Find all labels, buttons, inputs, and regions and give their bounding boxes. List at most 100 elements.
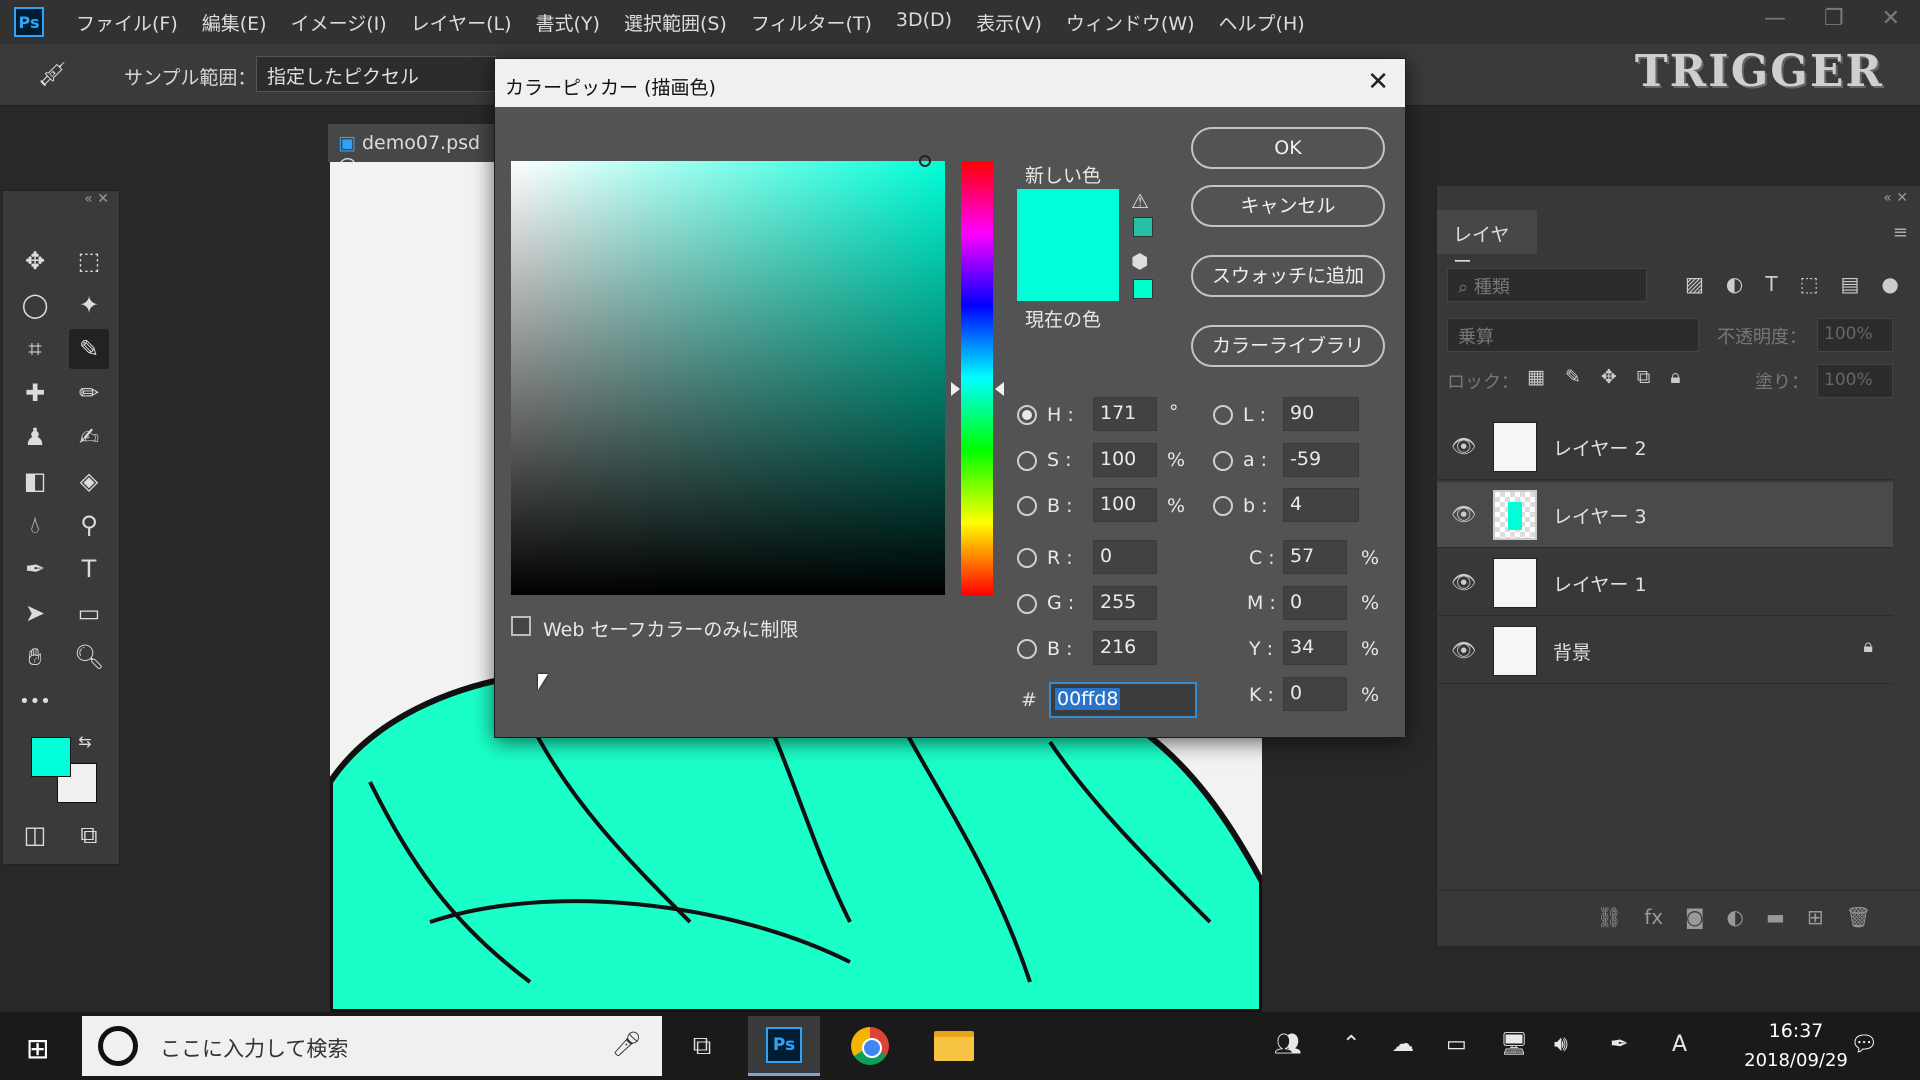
adjustment-filter-icon[interactable]: ◐ [1726, 272, 1743, 296]
minimize-icon[interactable]: — [1764, 6, 1786, 31]
menu-window[interactable]: ウィンドウ(W) [1066, 9, 1195, 36]
restore-icon[interactable]: ❐ [1824, 6, 1844, 31]
layer-row[interactable]: 👁︎ レイヤー 3 [1437, 482, 1893, 548]
menu-layer[interactable]: レイヤー(L) [411, 9, 512, 36]
lock-position-icon[interactable]: ✥ [1601, 366, 1617, 388]
visibility-eye-icon[interactable]: 👁︎ [1451, 434, 1476, 458]
gamut-color-chip[interactable] [1133, 217, 1153, 237]
hue-slider-right-arrow-icon[interactable] [995, 381, 1004, 396]
taskbar-file-explorer[interactable] [918, 1016, 990, 1076]
cyan-input[interactable]: 57 [1283, 540, 1347, 574]
menu-edit[interactable]: 編集(E) [202, 9, 267, 36]
notification-icon[interactable]: 💬︎ [1850, 1032, 1878, 1057]
swap-colors-icon[interactable]: ⇆ [73, 729, 97, 753]
menu-type[interactable]: 書式(Y) [536, 9, 600, 36]
red-radio[interactable] [1017, 548, 1037, 568]
saturation-input[interactable]: 100 [1093, 443, 1157, 477]
add-to-swatches-button[interactable]: スウォッチに追加 [1191, 255, 1385, 297]
blue-radio[interactable] [1017, 639, 1037, 659]
onedrive-icon[interactable]: ☁ [1392, 1032, 1414, 1057]
taskbar-photoshop[interactable]: Ps [748, 1016, 820, 1076]
eraser-tool-icon[interactable]: ◧ [15, 461, 55, 501]
lock-all-icon[interactable]: 🔒︎ [1670, 366, 1680, 388]
yellow-input[interactable]: 34 [1283, 631, 1347, 665]
lab-l-radio[interactable] [1213, 405, 1233, 425]
delete-layer-icon[interactable]: 🗑︎ [1846, 905, 1871, 946]
lab-b-input[interactable]: 4 [1283, 488, 1359, 522]
layers-panel-menu-icon[interactable]: ≡ [1893, 222, 1908, 243]
brush-tool-icon[interactable]: ✏ [69, 373, 109, 413]
rectangle-tool-icon[interactable]: ▭ [69, 593, 109, 633]
layer-row[interactable]: 👁︎ 背景 🔒︎ [1437, 618, 1893, 684]
close-icon[interactable]: ✕ [1367, 67, 1389, 97]
saturation-radio[interactable] [1017, 451, 1037, 471]
link-layers-icon[interactable]: ⛓ [1597, 905, 1622, 946]
menu-help[interactable]: ヘルプ(H) [1219, 9, 1305, 36]
menu-file[interactable]: ファイル(F) [76, 9, 178, 36]
lasso-tool-icon[interactable]: ◯ [15, 285, 55, 325]
screen-mode-icon[interactable]: ⧉ [69, 815, 109, 855]
smart-object-filter-icon[interactable]: ▤ [1840, 272, 1859, 296]
hue-slider-left-arrow-icon[interactable] [951, 381, 960, 396]
windows-start-icon[interactable]: ⊞ [26, 1032, 49, 1065]
layer-row[interactable]: 👁︎ レイヤー 2 [1437, 414, 1893, 480]
new-group-icon[interactable]: ▬ [1766, 905, 1785, 946]
history-brush-icon[interactable]: ✍ [69, 417, 109, 457]
task-view-icon[interactable]: ⧉ [666, 1016, 738, 1076]
black-input[interactable]: 0 [1283, 677, 1347, 711]
lab-a-input[interactable]: -59 [1283, 443, 1359, 477]
cancel-button[interactable]: キャンセル [1191, 185, 1385, 227]
image-filter-icon[interactable]: ▨ [1685, 272, 1704, 296]
foreground-color-swatch[interactable] [31, 737, 71, 777]
opacity-input[interactable]: 100% [1817, 318, 1893, 352]
red-input[interactable]: 0 [1093, 540, 1157, 574]
lock-transparent-icon[interactable]: ▦ [1527, 366, 1545, 388]
color-libraries-button[interactable]: カラーライブラリ [1191, 325, 1385, 367]
photoshop-logo-icon[interactable]: Ps [14, 7, 44, 37]
saturation-brightness-field[interactable] [511, 161, 945, 595]
taskbar-chrome[interactable] [834, 1016, 906, 1076]
magic-wand-icon[interactable]: ✦ [69, 285, 109, 325]
layers-tab[interactable]: レイヤー [1437, 210, 1537, 273]
dodge-tool-icon[interactable]: ⚲ [69, 505, 109, 545]
blur-tool-icon[interactable]: 💧︎ [15, 505, 55, 545]
lab-b-radio[interactable] [1213, 496, 1233, 516]
chevron-up-icon[interactable]: ⌃ [1342, 1032, 1360, 1057]
filter-toggle-icon[interactable]: ● [1881, 272, 1898, 296]
blue-input[interactable]: 216 [1093, 631, 1157, 665]
ime-indicator[interactable]: A [1672, 1032, 1687, 1057]
move-tool-icon[interactable]: ✥ [15, 241, 55, 281]
hue-radio[interactable] [1017, 405, 1037, 425]
green-radio[interactable] [1017, 594, 1037, 614]
lab-a-radio[interactable] [1213, 451, 1233, 471]
battery-icon[interactable]: ▭ [1446, 1032, 1467, 1057]
menu-view[interactable]: 表示(V) [976, 9, 1042, 36]
menu-image[interactable]: イメージ(I) [291, 9, 387, 36]
healing-brush-icon[interactable]: ✚ [15, 373, 55, 413]
menu-select[interactable]: 選択範囲(S) [624, 9, 727, 36]
shape-filter-icon[interactable]: ⬚ [1800, 272, 1819, 296]
color-field-cursor[interactable] [919, 155, 931, 167]
document-tab[interactable]: ▣ demo07.psd @ [328, 124, 508, 176]
ok-button[interactable]: OK [1191, 127, 1385, 169]
more-tools-icon[interactable]: ••• [15, 681, 55, 721]
layer-effects-icon[interactable]: fx [1644, 905, 1663, 946]
web-safe-color-chip[interactable] [1133, 279, 1153, 299]
pen-icon[interactable]: ✒ [1610, 1032, 1628, 1057]
quick-mask-icon[interactable]: ◫ [15, 815, 55, 855]
pen-tool-icon[interactable]: ✒ [15, 549, 55, 589]
adjustment-layer-icon[interactable]: ◐ [1726, 905, 1743, 946]
visibility-eye-icon[interactable]: 👁︎ [1451, 570, 1476, 594]
eyedropper-tool-icon[interactable]: ✎ [69, 329, 109, 369]
brightness-input[interactable]: 100 [1093, 488, 1157, 522]
lock-pixels-icon[interactable]: ✎ [1565, 366, 1581, 388]
layers-panel-collapse-icon[interactable]: « ✕ [1883, 190, 1908, 206]
green-input[interactable]: 255 [1093, 586, 1157, 620]
paint-bucket-icon[interactable]: ◈ [69, 461, 109, 501]
zoom-tool-icon[interactable]: 🔍︎ [69, 637, 109, 677]
lock-artboard-icon[interactable]: ⧉ [1637, 366, 1651, 388]
menu-filter[interactable]: フィルター(T) [751, 9, 872, 36]
people-icon[interactable]: 👥︎ [1274, 1032, 1302, 1057]
layer-row[interactable]: 👁︎ レイヤー 1 [1437, 550, 1893, 616]
hex-input[interactable]: 00ffd8 [1049, 682, 1197, 718]
